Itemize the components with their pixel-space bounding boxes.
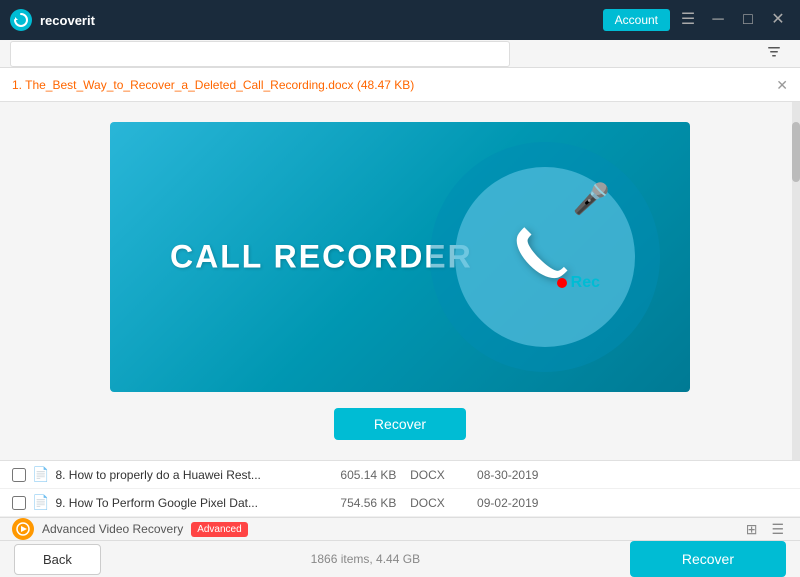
table-row: 📄 8. How to properly do a Huawei Rest...…: [0, 461, 800, 489]
file-name-9: 9. How To Perform Google Pixel Dat...: [55, 496, 315, 510]
rec-dot: [557, 278, 567, 288]
circle-inner: 🎤 Rec: [455, 167, 635, 347]
preview-scrollbar: [792, 102, 800, 460]
word-icon-9: 📄: [32, 494, 49, 511]
preview-area: CALL RECORDER 🎤 Rec: [0, 102, 800, 460]
file-type-9: DOCX: [402, 496, 452, 510]
file-list-area: 📄 8. How to properly do a Huawei Rest...…: [0, 460, 800, 517]
avr-icon: [12, 518, 34, 540]
file-tab: 1. The_Best_Way_to_Recover_a_Deleted_Cal…: [0, 68, 800, 102]
file-date-9: 09-02-2019: [458, 496, 538, 510]
menu-button[interactable]: ☰: [676, 8, 700, 32]
main-content: 1. The_Best_Way_to_Recover_a_Deleted_Cal…: [0, 40, 800, 554]
file-size-8: 605.14 KB: [321, 468, 396, 482]
items-count: 1866 items, 4.44 GB: [311, 552, 420, 566]
file-type-8: DOCX: [402, 468, 452, 482]
search-bar-area: [0, 40, 800, 68]
mic-icon: 🎤: [573, 182, 610, 217]
file-size-9: 754.56 KB: [321, 496, 396, 510]
app-title: recoverit: [40, 13, 95, 28]
title-bar-controls: Account ☰ ─ □ ✕: [603, 8, 790, 32]
table-row: 📄 9. How To Perform Google Pixel Dat... …: [0, 489, 800, 517]
call-recorder-text: CALL RECORDER: [170, 239, 473, 276]
circle-outer: 🎤 Rec: [430, 142, 660, 372]
file-checkbox-8[interactable]: [12, 468, 26, 482]
rec-label: Rec: [571, 274, 600, 292]
advanced-bar: Advanced Video Recovery Advanced ⊞ ☰: [0, 517, 800, 540]
phone-icon-wrap: 🎤 Rec: [500, 212, 590, 302]
recover-button[interactable]: Recover: [630, 541, 786, 577]
maximize-button[interactable]: □: [736, 8, 760, 32]
advanced-video-recovery-label: Advanced Video Recovery: [42, 522, 183, 536]
file-date-8: 08-30-2019: [458, 468, 538, 482]
file-name-8: 8. How to properly do a Huawei Rest...: [55, 468, 315, 482]
minimize-button[interactable]: ─: [706, 8, 730, 32]
preview-scrollbar-thumb[interactable]: [792, 122, 800, 182]
close-button[interactable]: ✕: [766, 8, 790, 32]
filter-button[interactable]: [758, 40, 790, 67]
advanced-badge: Advanced: [191, 522, 247, 537]
recover-preview-button[interactable]: Recover: [334, 408, 466, 440]
account-button[interactable]: Account: [603, 9, 670, 31]
bottom-bar: Back 1866 items, 4.44 GB Recover: [0, 540, 800, 577]
list-view-icon[interactable]: ☰: [767, 519, 788, 540]
back-button[interactable]: Back: [14, 544, 101, 575]
file-tab-close-button[interactable]: ✕: [776, 78, 788, 92]
avr-view-controls: ⊞ ☰: [742, 519, 788, 540]
search-input-wrap: [10, 41, 510, 67]
file-tab-name: 1. The_Best_Way_to_Recover_a_Deleted_Cal…: [12, 78, 414, 92]
file-checkbox-9[interactable]: [12, 496, 26, 510]
title-bar-left: recoverit: [10, 9, 95, 31]
grid-view-icon[interactable]: ⊞: [742, 519, 762, 540]
rec-badge: Rec: [557, 274, 600, 292]
app-logo: [10, 9, 32, 31]
search-input[interactable]: [19, 47, 501, 61]
word-icon-8: 📄: [32, 466, 49, 483]
call-recorder-image: CALL RECORDER 🎤 Rec: [110, 122, 690, 392]
title-bar: recoverit Account ☰ ─ □ ✕: [0, 0, 800, 40]
